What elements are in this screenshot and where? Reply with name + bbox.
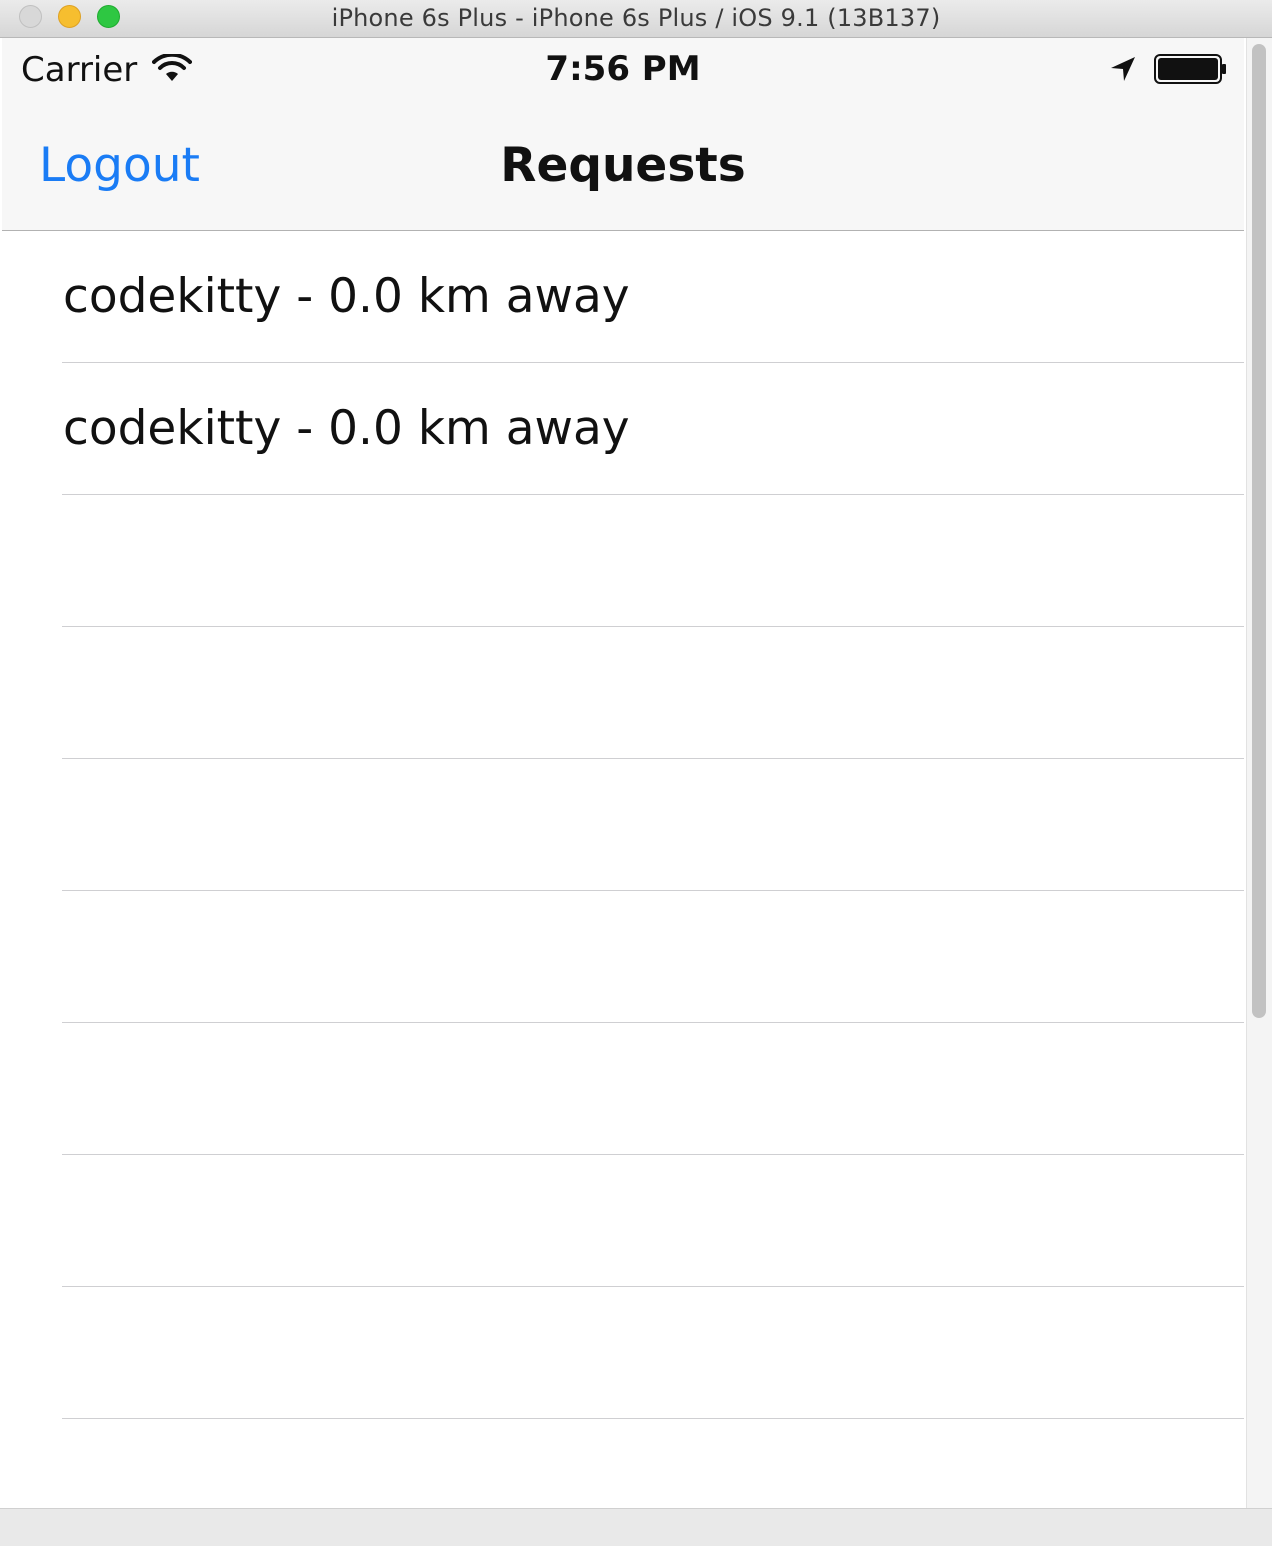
window-bottom-edge	[0, 1508, 1272, 1546]
row-separator	[62, 1418, 1244, 1419]
table-row[interactable]	[2, 891, 1244, 1023]
window-titlebar[interactable]: iPhone 6s Plus - iPhone 6s Plus / iOS 9.…	[0, 0, 1272, 38]
window-title: iPhone 6s Plus - iPhone 6s Plus / iOS 9.…	[331, 4, 941, 32]
table-row[interactable]	[2, 1155, 1244, 1287]
table-row[interactable]	[2, 495, 1244, 627]
location-arrow-icon	[1111, 57, 1135, 81]
device-screen: Carrier 7:56 PM Logout Requests codekitt	[2, 38, 1244, 1508]
status-bar: Carrier 7:56 PM	[2, 38, 1244, 100]
row-label: codekitty - 0.0 km away	[63, 401, 630, 456]
page-title: Requests	[500, 138, 746, 193]
table-row[interactable]	[2, 1023, 1244, 1155]
status-time: 7:56 PM	[545, 49, 701, 89]
table-row[interactable]	[2, 1287, 1244, 1419]
scrollbar-thumb[interactable]	[1252, 44, 1266, 1018]
table-row[interactable]: codekitty - 0.0 km away	[2, 231, 1244, 363]
table-row[interactable]	[2, 627, 1244, 759]
requests-table[interactable]: codekitty - 0.0 km away codekitty - 0.0 …	[2, 231, 1244, 1508]
table-row[interactable]: codekitty - 0.0 km away	[2, 363, 1244, 495]
navigation-bar: Logout Requests	[2, 100, 1244, 231]
simulator-window: iPhone 6s Plus - iPhone 6s Plus / iOS 9.…	[0, 0, 1272, 1546]
table-row[interactable]	[2, 759, 1244, 891]
battery-icon	[1154, 54, 1226, 84]
row-label: codekitty - 0.0 km away	[63, 269, 630, 324]
